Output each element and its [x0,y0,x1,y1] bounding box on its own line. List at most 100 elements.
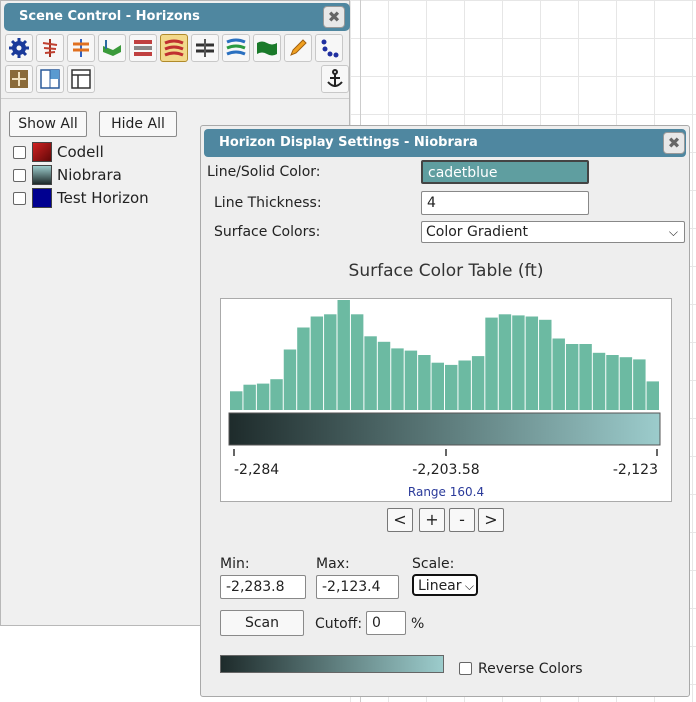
min-input[interactable]: -2,283.8 [220,575,306,599]
panel-layout-icon [40,69,60,89]
histogram-bar [350,314,364,410]
horizon-swatch-test-horizon[interactable] [32,188,52,208]
cutoff-unit: % [411,616,425,632]
horizon-swatch-niobrara[interactable] [32,165,52,185]
hide-all-button[interactable]: Hide All [99,111,177,137]
histogram-bar [404,350,418,410]
histogram-bar [337,300,350,410]
fault-icon [196,39,214,57]
color-gradient-scale[interactable] [228,412,661,446]
scene-control-close-button[interactable]: ✖ [323,6,345,28]
horizon-swatch-codell[interactable] [32,142,52,162]
histogram-bar [592,352,606,410]
surface-colors-select[interactable]: Color Gradient ⌵ [421,221,685,243]
histogram-bar [458,360,471,410]
line-color-field[interactable]: cadetblue [421,160,589,184]
chevron-down-icon: ⌵ [668,225,678,239]
fault-button[interactable] [191,34,219,62]
horizon-display-settings-dialog: Horizon Display Settings - Niobrara ✖ Li… [200,125,690,697]
histogram-bar [512,315,525,410]
well-markers-icon [73,39,89,57]
map-surface-icon [257,41,277,56]
nav-zoom-out-button[interactable]: - [449,508,475,532]
nav-next-button[interactable]: > [478,508,504,532]
histogram-bar [552,338,565,410]
nav-zoom-in-button[interactable]: + [419,508,445,532]
map-surface-button[interactable] [253,34,281,62]
horizon-item-test-horizon: Test Horizon [13,188,149,208]
tick-label-mid: -2,203.58 [412,462,479,478]
surface-button[interactable] [98,34,126,62]
dialog-close-button[interactable]: ✖ [663,132,685,154]
settings-gear-icon [9,38,29,58]
histogram-bars [230,300,659,410]
anchor-icon [327,69,343,87]
max-input[interactable]: -2,123.4 [316,575,399,599]
well-trajectory-icon [42,39,58,57]
grid-layers-icon [134,40,152,56]
horizon-checkbox-test-horizon[interactable] [13,191,26,205]
line-thickness-input[interactable]: 4 [421,191,589,215]
show-all-button[interactable]: Show All [9,111,87,137]
horizon-checkbox-niobrara[interactable] [13,168,26,182]
nav-prev-button[interactable]: < [387,508,413,532]
histogram-bar [445,364,458,410]
settings-gear-button[interactable] [5,34,33,62]
histogram-svg: -2,284 -2,203.58 -2,123 Range 160.4 [228,300,661,499]
move-icon [10,70,28,88]
histogram-bar [579,344,592,410]
histogram-bar [633,359,646,410]
panel-layout-button[interactable] [36,65,64,93]
horizons-icon [164,39,184,57]
contours-icon [226,38,246,56]
surface-icon [103,40,121,56]
dialog-title[interactable]: Horizon Display Settings - Niobrara [204,129,686,157]
reverse-colors-checkbox[interactable] [459,662,472,675]
grid-layers-button[interactable] [129,34,157,62]
toolbar-divider [1,98,349,99]
line-thickness-label: Line Thickness: [214,195,322,211]
cutoff-input[interactable]: 0 [366,611,406,635]
range-label: Range 160.4 [408,485,484,499]
histogram-bar [256,383,270,410]
gradient-preview[interactable] [220,655,444,673]
horizon-label-test-horizon: Test Horizon [57,189,149,207]
scene-control-title[interactable]: Scene Control - Horizons [4,3,350,31]
line-color-label: Line/Solid Color: [207,164,321,180]
tick-label-max: -2,123 [613,462,658,478]
chart-title: Surface Color Table (ft) [348,261,544,281]
histogram-bar [565,344,579,410]
tick-label-min: -2,284 [234,462,279,478]
max-label: Max: [316,556,350,572]
histogram-bar [377,341,391,410]
scale-value: Linear [418,578,462,594]
histogram-bar [391,348,404,410]
histogram-bar [297,327,310,410]
contours-button[interactable] [222,34,250,62]
surface-colors-value: Color Gradient [426,224,528,240]
scan-button[interactable]: Scan [220,610,304,636]
points-icon [321,39,339,58]
pencil-button[interactable] [284,34,312,62]
horizon-label-codell: Codell [57,143,104,161]
histogram-bar [525,316,539,410]
anchor-button[interactable] [321,65,349,93]
horizon-item-codell: Codell [13,142,104,162]
horizon-label-niobrara: Niobrara [57,166,122,184]
window-layout-button[interactable] [67,65,95,93]
histogram-bar [539,319,552,410]
well-trajectory-button[interactable] [36,34,64,62]
move-button[interactable] [5,65,33,93]
scale-select[interactable]: Linear ⌵ [412,574,478,596]
pencil-icon [290,39,307,56]
histogram-bar [230,391,243,410]
histogram-bar [619,357,633,410]
well-markers-button[interactable] [67,34,95,62]
histogram-bar [431,362,444,410]
histogram-bar [418,355,431,410]
horizons-button[interactable] [160,34,188,62]
horizon-checkbox-codell[interactable] [13,145,26,159]
close-icon: ✖ [327,8,341,26]
surface-color-table-chart: -2,284 -2,203.58 -2,123 Range 160.4 [220,298,672,502]
points-button[interactable] [315,34,343,62]
